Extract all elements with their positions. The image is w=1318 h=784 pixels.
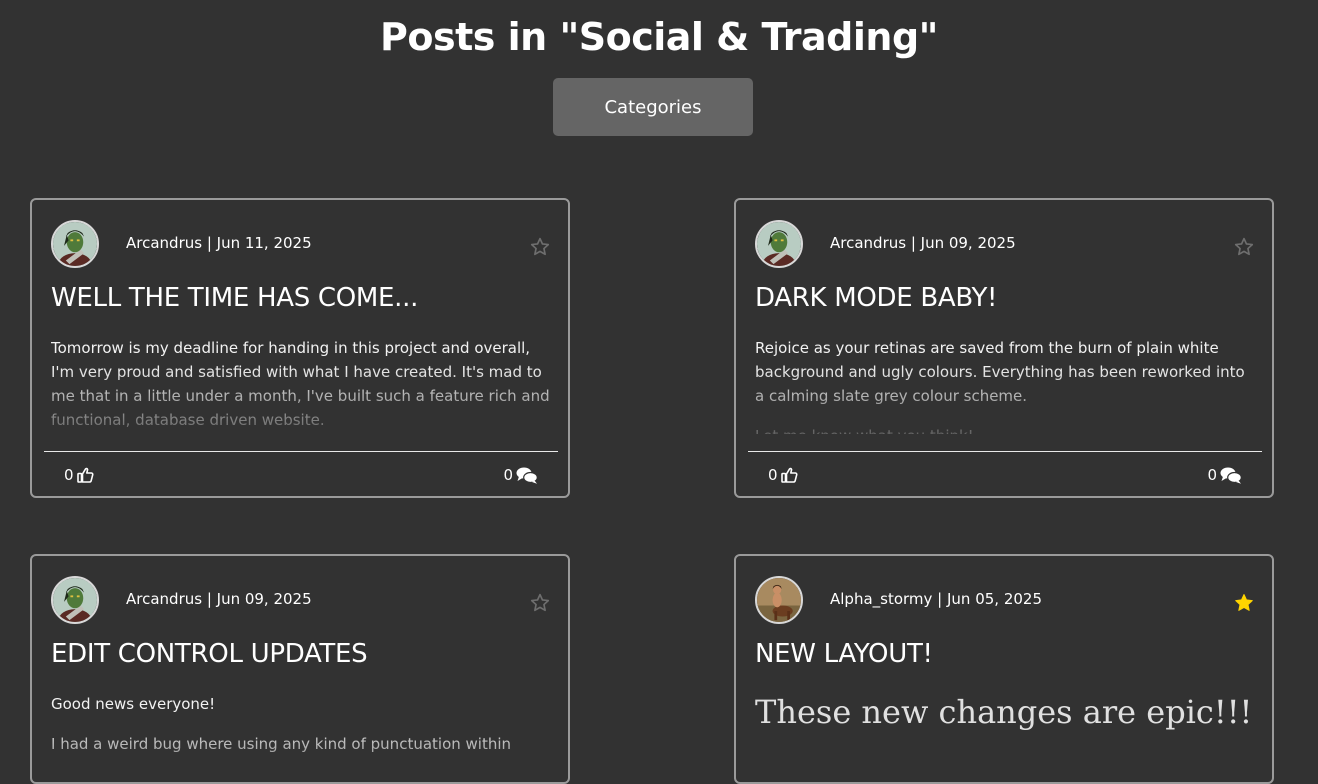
excerpt-paragraph: Tomorrow is my deadline for handing in t… <box>51 339 550 429</box>
like-button[interactable]: 0 <box>768 464 798 486</box>
post-card[interactable]: Arcandrus | Jun 09, 2025 DARK MODE BABY!… <box>734 198 1274 498</box>
author-avatar[interactable] <box>755 220 803 268</box>
excerpt-paragraph: I had a weird bug where using any kind o… <box>51 735 512 753</box>
post-title[interactable]: DARK MODE BABY! <box>755 280 997 316</box>
comments-icon <box>1220 467 1242 484</box>
favorite-star-icon[interactable] <box>529 236 551 258</box>
favorite-star-icon[interactable] <box>529 592 551 614</box>
excerpt-paragraph: These new changes are epic!!! <box>755 693 1253 731</box>
favorite-star-filled-icon[interactable] <box>1233 592 1255 614</box>
comments-button[interactable]: 0 <box>503 464 538 486</box>
comments-icon <box>516 467 538 484</box>
page-title: Posts in "Social & Trading" <box>380 15 938 59</box>
author-avatar[interactable] <box>51 220 99 268</box>
post-card[interactable]: Arcandrus | Jun 09, 2025 EDIT CONTROL UP… <box>30 554 570 784</box>
thumbs-up-icon <box>76 467 94 483</box>
orc-avatar-icon <box>757 222 801 266</box>
post-title[interactable]: WELL THE TIME HAS COME... <box>51 280 418 316</box>
post-excerpt: These new changes are epic!!! <box>755 692 1255 782</box>
card-divider <box>44 451 558 452</box>
author-avatar[interactable] <box>51 576 99 624</box>
centaur-avatar-icon <box>757 578 801 622</box>
like-button[interactable]: 0 <box>64 464 94 486</box>
categories-button[interactable]: Categories <box>553 78 753 136</box>
orc-avatar-icon <box>53 578 97 622</box>
comment-count: 0 <box>1207 466 1217 484</box>
like-count: 0 <box>64 466 74 484</box>
post-byline[interactable]: Arcandrus | Jun 09, 2025 <box>126 589 312 609</box>
post-card[interactable]: Alpha_stormy | Jun 05, 2025 NEW LAYOUT! … <box>734 554 1274 784</box>
author-avatar[interactable] <box>755 576 803 624</box>
post-byline[interactable]: Alpha_stormy | Jun 05, 2025 <box>830 589 1042 609</box>
post-title[interactable]: EDIT CONTROL UPDATES <box>51 636 368 672</box>
comments-button[interactable]: 0 <box>1207 464 1242 486</box>
excerpt-paragraph: Good news everyone! <box>51 695 216 713</box>
thumbs-up-icon <box>780 467 798 483</box>
like-count: 0 <box>768 466 778 484</box>
excerpt-paragraph: Rejoice as your retinas are saved from t… <box>755 339 1245 405</box>
post-card[interactable]: Arcandrus | Jun 11, 2025 WELL THE TIME H… <box>30 198 570 498</box>
post-byline[interactable]: Arcandrus | Jun 11, 2025 <box>126 233 312 253</box>
post-excerpt: Good news everyone! I had a weird bug wh… <box>51 692 551 782</box>
post-byline[interactable]: Arcandrus | Jun 09, 2025 <box>830 233 1016 253</box>
orc-avatar-icon <box>53 222 97 266</box>
favorite-star-icon[interactable] <box>1233 236 1255 258</box>
comment-count: 0 <box>503 466 513 484</box>
post-title[interactable]: NEW LAYOUT! <box>755 636 933 672</box>
post-excerpt: Rejoice as your retinas are saved from t… <box>755 336 1255 434</box>
post-excerpt: Tomorrow is my deadline for handing in t… <box>51 336 551 434</box>
excerpt-paragraph: Let me know what you think! <box>755 424 1255 434</box>
card-divider <box>748 451 1262 452</box>
